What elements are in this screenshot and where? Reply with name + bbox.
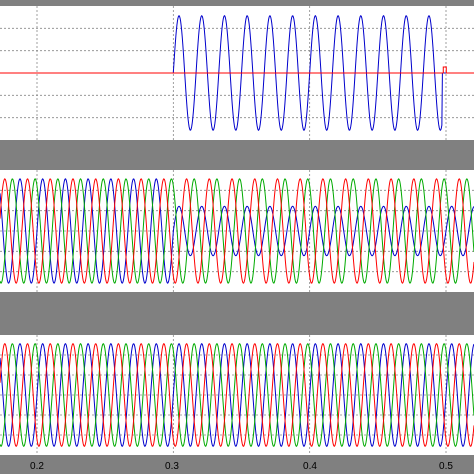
plot-panels (0, 6, 474, 455)
plot-panel-top (0, 6, 474, 140)
plot-panel-middle (0, 170, 474, 292)
x-tick-label: 0.2 (30, 461, 44, 472)
scope-figure: 0.2 0.3 0.4 0.5 (0, 0, 474, 474)
x-tick-label: 0.3 (165, 461, 179, 472)
x-tick-label: 0.4 (303, 461, 317, 472)
plot-panel-bottom (0, 335, 474, 455)
x-tick-label: 0.5 (439, 461, 453, 472)
